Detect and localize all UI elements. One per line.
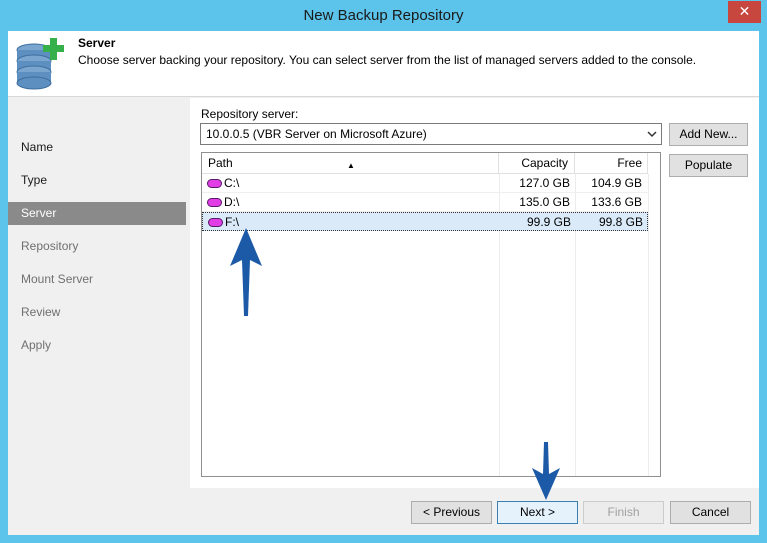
nav-step-mount-server: Mount Server [21, 272, 94, 286]
wizard-window: New Backup Repository ✕ Server Choose se… [0, 0, 767, 543]
repository-server-value: 10.0.0.5 (VBR Server on Microsoft Azure) [206, 127, 427, 141]
previous-button[interactable]: < Previous [411, 501, 492, 524]
sort-ascending-icon: ▲ [347, 161, 355, 170]
column-divider [648, 174, 649, 476]
close-button[interactable]: ✕ [728, 1, 761, 23]
nav-step-review: Review [21, 305, 61, 319]
volume-row-f[interactable]: F:\ 99.9 GB 99.8 GB [202, 212, 648, 231]
repository-server-select[interactable]: 10.0.0.5 (VBR Server on Microsoft Azure) [200, 123, 662, 145]
repository-server-label: Repository server: [201, 107, 299, 121]
step-description: Choose server backing your repository. Y… [78, 53, 697, 67]
window-title: New Backup Repository [303, 7, 464, 24]
drive-icon [207, 198, 222, 207]
column-header-free[interactable]: Free [575, 153, 648, 174]
nav-step-repository: Repository [21, 239, 79, 253]
volume-row-d[interactable]: D:\ 135.0 GB 133.6 GB [202, 193, 648, 212]
step-title: Server [78, 36, 116, 50]
nav-step-apply: Apply [21, 338, 52, 352]
step-header: Server Choose server backing your reposi… [8, 31, 759, 97]
add-new-server-button[interactable]: Add New... [669, 123, 748, 146]
chevron-down-icon [647, 131, 657, 138]
title-bar[interactable]: New Backup Repository ✕ [0, 0, 767, 31]
volumes-grid[interactable]: Path ▲ Capacity Free C:\ 127.0 GB 104.9 … [201, 152, 661, 477]
populate-button[interactable]: Populate [669, 154, 748, 177]
volume-row-c[interactable]: C:\ 127.0 GB 104.9 GB [202, 174, 648, 193]
drive-icon [207, 179, 222, 188]
wizard-footer: < Previous Next > Finish Cancel [188, 488, 759, 535]
step-content: Repository server: 10.0.0.5 (VBR Server … [190, 98, 759, 488]
wizard-steps: Name Type Server Repository Mount Server… [8, 98, 188, 535]
drive-icon [208, 218, 223, 227]
arrow-up-annotation-icon [230, 228, 262, 316]
next-button[interactable]: Next > [497, 501, 578, 524]
column-header-capacity[interactable]: Capacity [499, 153, 575, 174]
finish-button: Finish [583, 501, 664, 524]
nav-step-name[interactable]: Name [8, 136, 186, 159]
column-header-path[interactable]: Path ▲ [202, 153, 499, 174]
cancel-button[interactable]: Cancel [670, 501, 751, 524]
database-add-icon [16, 38, 64, 90]
nav-step-server[interactable]: Server [8, 202, 186, 225]
arrow-down-annotation-icon [532, 442, 560, 500]
nav-step-type[interactable]: Type [8, 169, 186, 192]
wizard-client: Server Choose server backing your reposi… [8, 31, 759, 535]
